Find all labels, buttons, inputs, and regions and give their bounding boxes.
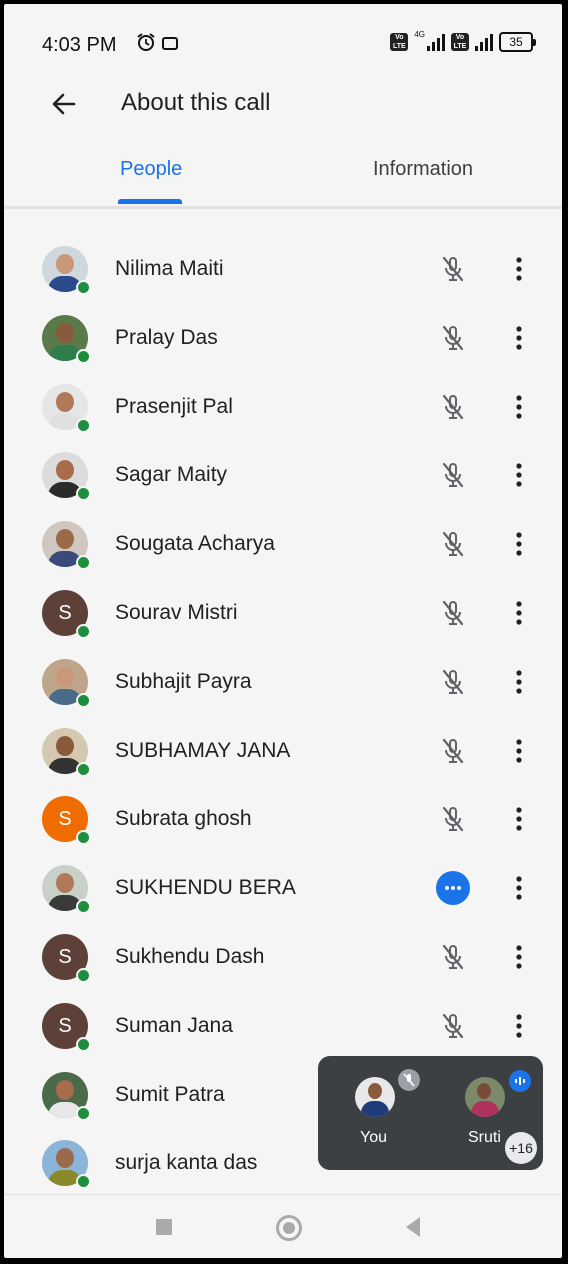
network-type: 4G (414, 29, 425, 39)
page-title: About this call (121, 89, 271, 116)
status-indicators: Vo LTE 4G Vo LTE 35 (390, 29, 536, 52)
online-status-dot (76, 761, 91, 777)
self-avatar (355, 1077, 395, 1117)
participant-row[interactable]: Sagar Maity (4, 441, 562, 510)
more-options-icon[interactable] (509, 1012, 529, 1040)
floating-call-preview[interactable]: You Sruti +16 (318, 1056, 543, 1170)
online-status-dot (76, 280, 91, 295)
participant-row[interactable]: S Suman Jana (4, 992, 562, 1061)
participant-list[interactable]: Nilima Maiti Pralay Das Prasenjit Pal Sagar… (4, 209, 562, 1194)
volte-icon: Vo LTE (390, 33, 409, 51)
more-options-icon[interactable] (509, 530, 529, 558)
more-options-icon[interactable] (509, 805, 529, 833)
participant-row[interactable]: S Sourav Mistri (4, 579, 562, 648)
online-status-dot (76, 417, 91, 433)
speaking-indicator-icon (436, 871, 470, 906)
participant-name: Sougata Acharya (115, 532, 275, 556)
participant-row[interactable]: Subhajit Payra (4, 648, 562, 717)
mic-off-icon (442, 325, 464, 350)
mic-off-icon (442, 394, 464, 419)
alarm-icon (137, 33, 155, 51)
system-nav-bar (4, 1194, 562, 1258)
participant-preview-avatar (465, 1077, 505, 1117)
system-back-button[interactable] (406, 1217, 420, 1237)
mic-off-icon (442, 600, 464, 626)
more-options-icon[interactable] (509, 943, 529, 971)
online-status-dot (76, 1036, 91, 1052)
mic-off-icon (442, 532, 464, 557)
participant-row[interactable]: S Subrata ghosh (4, 785, 562, 854)
participant-name: Sumit Patra (115, 1082, 225, 1106)
participant-name: Subrata ghosh (115, 807, 252, 831)
more-participants-badge: +16 (505, 1132, 537, 1164)
online-status-dot (76, 968, 91, 983)
top-app-bar: About this call (4, 74, 562, 138)
online-status-dot (76, 486, 91, 502)
participant-name: surja kanta das (115, 1151, 258, 1175)
participant-name: SUBHAMAY JANA (115, 738, 291, 762)
more-options-icon[interactable] (509, 737, 529, 765)
signal-icon-2 (475, 33, 493, 51)
battery-icon: 35 (499, 32, 536, 52)
participant-name: Suman Jana (115, 1013, 233, 1037)
speaking-indicator-icon (509, 1070, 531, 1092)
mic-off-icon (442, 256, 464, 282)
participant-name: Sukhendu Dash (115, 945, 265, 968)
more-options-icon[interactable] (509, 874, 529, 902)
call-details-screen: 4:03 PM Vo LTE 4G Vo LTE 35 About this cal… (4, 4, 562, 1258)
mic-off-icon (442, 738, 464, 763)
online-status-dot (76, 1174, 91, 1190)
volte-icon-2: Vo LTE (451, 33, 469, 51)
status-time: 4:03 PM (42, 34, 117, 56)
participant-row[interactable]: SUKHENDU BERA (4, 854, 562, 923)
participant-row[interactable]: Pralay Das (4, 304, 562, 373)
mic-off-icon (442, 463, 464, 488)
online-status-dot (76, 348, 91, 364)
more-options-icon[interactable] (509, 461, 529, 489)
recents-button[interactable] (156, 1219, 172, 1235)
screen-cast-icon (162, 37, 178, 50)
more-options-icon[interactable] (509, 599, 529, 627)
participant-preview-label: Sruti (468, 1129, 501, 1146)
online-status-dot (76, 899, 91, 915)
arrow-back-icon[interactable] (48, 88, 80, 120)
tab-people[interactable]: People (120, 158, 182, 181)
more-options-icon[interactable] (509, 255, 529, 283)
participant-name: SUKHENDU BERA (115, 876, 296, 900)
online-status-dot (76, 1105, 91, 1121)
tab-information[interactable]: Information (373, 158, 473, 181)
mic-off-icon (442, 944, 464, 970)
participant-name: Subhajit Payra (115, 669, 252, 693)
more-options-icon[interactable] (509, 393, 529, 421)
online-status-dot (76, 692, 91, 708)
online-status-dot (76, 624, 91, 639)
tab-bar: People Information (4, 144, 562, 209)
mic-off-icon (442, 807, 464, 832)
participant-name: Sourav Mistri (115, 601, 238, 624)
participant-row[interactable]: S Sukhendu Dash (4, 923, 562, 992)
mic-off-icon (442, 1013, 464, 1038)
participant-name: Nilima Maiti (115, 257, 224, 280)
mic-off-icon (398, 1069, 420, 1091)
participant-row[interactable]: SUBHAMAY JANA (4, 717, 562, 786)
participant-row[interactable]: Nilima Maiti (4, 235, 562, 304)
participant-name: Prasenjit Pal (115, 394, 233, 418)
online-status-dot (76, 830, 91, 846)
participant-row[interactable]: Prasenjit Pal (4, 373, 562, 442)
participant-name: Pralay Das (115, 325, 218, 349)
mic-off-icon (442, 669, 464, 694)
online-status-dot (76, 555, 91, 571)
more-options-icon[interactable] (509, 324, 529, 352)
signal-icon (427, 33, 445, 51)
home-button[interactable] (276, 1215, 302, 1241)
participant-name: Sagar Maity (115, 463, 228, 487)
status-bar: 4:03 PM Vo LTE 4G Vo LTE 35 (4, 4, 562, 84)
battery-level: 35 (499, 32, 533, 52)
tab-indicator (118, 199, 182, 204)
more-options-icon[interactable] (509, 668, 529, 696)
participant-row[interactable]: Sougata Acharya (4, 510, 562, 579)
self-label: You (360, 1129, 387, 1146)
